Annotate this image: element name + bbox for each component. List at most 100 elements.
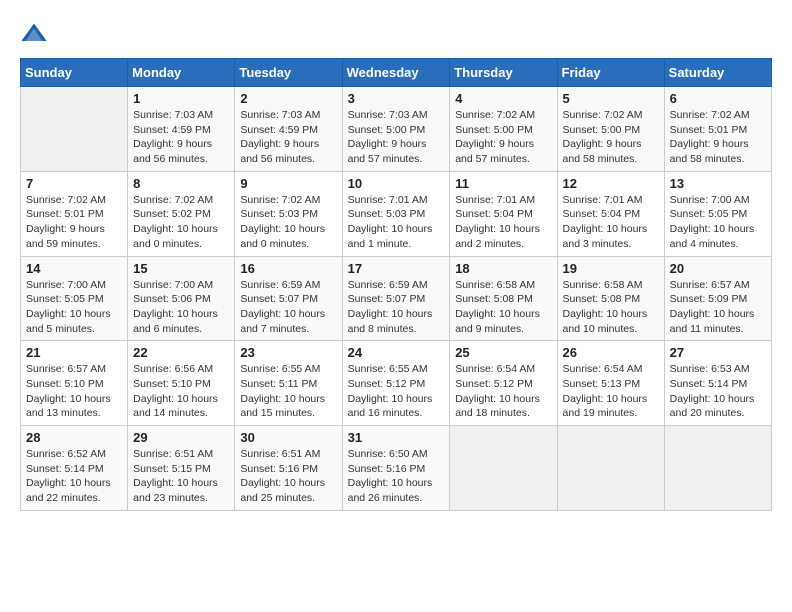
calendar-cell: 18 Sunrise: 6:58 AM Sunset: 5:08 PM Dayli… <box>450 256 557 341</box>
day-number: 24 <box>348 345 445 360</box>
week-row-2: 7Sunrise: 7:02 AM Sunset: 5:01 PM Daylig… <box>21 171 772 256</box>
calendar-cell: 4 Sunrise: 7:02 AM Sunset: 5:00 PM Daylig… <box>450 87 557 172</box>
calendar-cell: 8Sunrise: 7:02 AM Sunset: 5:02 PM Daylig… <box>128 171 235 256</box>
day-info: Sunrise: 7:00 AM Sunset: 5:05 PM Dayligh… <box>26 278 122 337</box>
day-number: 21 <box>26 345 122 360</box>
calendar-cell: 30 Sunrise: 6:51 AM Sunset: 5:16 PM Dayli… <box>235 426 342 511</box>
day-number: 18 <box>455 261 551 276</box>
day-info: Sunrise: 6:54 AM Sunset: 5:12 PM Dayligh… <box>455 362 551 421</box>
week-row-5: 28 Sunrise: 6:52 AM Sunset: 5:14 PM Dayli… <box>21 426 772 511</box>
calendar-cell: 2 Sunrise: 7:03 AM Sunset: 4:59 PM Daylig… <box>235 87 342 172</box>
day-number: 23 <box>240 345 336 360</box>
day-info: Sunrise: 6:50 AM Sunset: 5:16 PM Dayligh… <box>348 447 445 506</box>
calendar-cell: 13Sunrise: 7:00 AM Sunset: 5:05 PM Dayli… <box>664 171 771 256</box>
calendar-cell: 12 Sunrise: 7:01 AM Sunset: 5:04 PM Dayli… <box>557 171 664 256</box>
calendar-cell: 31 Sunrise: 6:50 AM Sunset: 5:16 PM Dayli… <box>342 426 450 511</box>
day-info: Sunrise: 7:02 AM Sunset: 5:00 PM Dayligh… <box>455 108 551 167</box>
day-number: 12 <box>563 176 659 191</box>
day-info: Sunrise: 6:59 AM Sunset: 5:07 PM Dayligh… <box>348 278 445 337</box>
column-header-tuesday: Tuesday <box>235 59 342 87</box>
day-number: 2 <box>240 91 336 106</box>
calendar-cell: 7Sunrise: 7:02 AM Sunset: 5:01 PM Daylig… <box>21 171 128 256</box>
logo-icon <box>20 20 48 48</box>
column-header-wednesday: Wednesday <box>342 59 450 87</box>
day-info: Sunrise: 6:54 AM Sunset: 5:13 PM Dayligh… <box>563 362 659 421</box>
calendar-cell: 19 Sunrise: 6:58 AM Sunset: 5:08 PM Dayli… <box>557 256 664 341</box>
calendar-cell: 24 Sunrise: 6:55 AM Sunset: 5:12 PM Dayli… <box>342 341 450 426</box>
day-info: Sunrise: 6:55 AM Sunset: 5:11 PM Dayligh… <box>240 362 336 421</box>
column-header-sunday: Sunday <box>21 59 128 87</box>
week-row-1: 1 Sunrise: 7:03 AM Sunset: 4:59 PM Daylig… <box>21 87 772 172</box>
column-header-monday: Monday <box>128 59 235 87</box>
day-info: Sunrise: 7:02 AM Sunset: 5:01 PM Dayligh… <box>670 108 766 167</box>
day-info: Sunrise: 7:02 AM Sunset: 5:03 PM Dayligh… <box>240 193 336 252</box>
day-info: Sunrise: 6:59 AM Sunset: 5:07 PM Dayligh… <box>240 278 336 337</box>
week-row-4: 21 Sunrise: 6:57 AM Sunset: 5:10 PM Dayli… <box>21 341 772 426</box>
calendar-cell <box>21 87 128 172</box>
calendar-cell: 20 Sunrise: 6:57 AM Sunset: 5:09 PM Dayli… <box>664 256 771 341</box>
calendar-cell <box>664 426 771 511</box>
calendar-cell: 25 Sunrise: 6:54 AM Sunset: 5:12 PM Dayli… <box>450 341 557 426</box>
day-info: Sunrise: 7:02 AM Sunset: 5:02 PM Dayligh… <box>133 193 229 252</box>
day-number: 30 <box>240 430 336 445</box>
calendar-cell: 14 Sunrise: 7:00 AM Sunset: 5:05 PM Dayli… <box>21 256 128 341</box>
calendar-cell: 23 Sunrise: 6:55 AM Sunset: 5:11 PM Dayli… <box>235 341 342 426</box>
day-number: 22 <box>133 345 229 360</box>
calendar-cell: 27Sunrise: 6:53 AM Sunset: 5:14 PM Dayli… <box>664 341 771 426</box>
day-number: 28 <box>26 430 122 445</box>
calendar-cell: 29Sunrise: 6:51 AM Sunset: 5:15 PM Dayli… <box>128 426 235 511</box>
day-info: Sunrise: 6:57 AM Sunset: 5:10 PM Dayligh… <box>26 362 122 421</box>
calendar-cell: 28 Sunrise: 6:52 AM Sunset: 5:14 PM Dayli… <box>21 426 128 511</box>
day-info: Sunrise: 6:51 AM Sunset: 5:15 PM Dayligh… <box>133 447 229 506</box>
calendar-cell: 17 Sunrise: 6:59 AM Sunset: 5:07 PM Dayli… <box>342 256 450 341</box>
calendar-cell: 3 Sunrise: 7:03 AM Sunset: 5:00 PM Daylig… <box>342 87 450 172</box>
day-number: 25 <box>455 345 551 360</box>
day-number: 15 <box>133 261 229 276</box>
day-number: 20 <box>670 261 766 276</box>
day-number: 19 <box>563 261 659 276</box>
day-number: 4 <box>455 91 551 106</box>
day-info: Sunrise: 6:52 AM Sunset: 5:14 PM Dayligh… <box>26 447 122 506</box>
day-number: 7 <box>26 176 122 191</box>
day-number: 1 <box>133 91 229 106</box>
day-info: Sunrise: 6:55 AM Sunset: 5:12 PM Dayligh… <box>348 362 445 421</box>
day-info: Sunrise: 7:01 AM Sunset: 5:04 PM Dayligh… <box>455 193 551 252</box>
calendar-cell: 5Sunrise: 7:02 AM Sunset: 5:00 PM Daylig… <box>557 87 664 172</box>
calendar-cell: 16 Sunrise: 6:59 AM Sunset: 5:07 PM Dayli… <box>235 256 342 341</box>
day-info: Sunrise: 7:00 AM Sunset: 5:05 PM Dayligh… <box>670 193 766 252</box>
day-info: Sunrise: 7:03 AM Sunset: 4:59 PM Dayligh… <box>240 108 336 167</box>
day-info: Sunrise: 6:56 AM Sunset: 5:10 PM Dayligh… <box>133 362 229 421</box>
day-info: Sunrise: 6:58 AM Sunset: 5:08 PM Dayligh… <box>455 278 551 337</box>
logo <box>20 20 52 48</box>
calendar-cell: 11 Sunrise: 7:01 AM Sunset: 5:04 PM Dayli… <box>450 171 557 256</box>
day-number: 17 <box>348 261 445 276</box>
day-number: 11 <box>455 176 551 191</box>
calendar-cell: 21 Sunrise: 6:57 AM Sunset: 5:10 PM Dayli… <box>21 341 128 426</box>
calendar-cell: 15 Sunrise: 7:00 AM Sunset: 5:06 PM Dayli… <box>128 256 235 341</box>
day-number: 9 <box>240 176 336 191</box>
day-number: 14 <box>26 261 122 276</box>
day-info: Sunrise: 7:01 AM Sunset: 5:04 PM Dayligh… <box>563 193 659 252</box>
day-number: 3 <box>348 91 445 106</box>
calendar: SundayMondayTuesdayWednesdayThursdayFrid… <box>20 58 772 511</box>
day-number: 16 <box>240 261 336 276</box>
day-info: Sunrise: 7:03 AM Sunset: 5:00 PM Dayligh… <box>348 108 445 167</box>
week-row-3: 14 Sunrise: 7:00 AM Sunset: 5:05 PM Dayli… <box>21 256 772 341</box>
calendar-cell: 10Sunrise: 7:01 AM Sunset: 5:03 PM Dayli… <box>342 171 450 256</box>
page-header <box>20 20 772 48</box>
day-info: Sunrise: 6:51 AM Sunset: 5:16 PM Dayligh… <box>240 447 336 506</box>
calendar-cell: 9 Sunrise: 7:02 AM Sunset: 5:03 PM Daylig… <box>235 171 342 256</box>
day-info: Sunrise: 6:58 AM Sunset: 5:08 PM Dayligh… <box>563 278 659 337</box>
calendar-header: SundayMondayTuesdayWednesdayThursdayFrid… <box>21 59 772 87</box>
calendar-cell: 6Sunrise: 7:02 AM Sunset: 5:01 PM Daylig… <box>664 87 771 172</box>
calendar-cell <box>557 426 664 511</box>
column-header-saturday: Saturday <box>664 59 771 87</box>
column-header-friday: Friday <box>557 59 664 87</box>
day-info: Sunrise: 7:00 AM Sunset: 5:06 PM Dayligh… <box>133 278 229 337</box>
day-number: 10 <box>348 176 445 191</box>
column-header-thursday: Thursday <box>450 59 557 87</box>
day-info: Sunrise: 7:03 AM Sunset: 4:59 PM Dayligh… <box>133 108 229 167</box>
calendar-cell: 1 Sunrise: 7:03 AM Sunset: 4:59 PM Daylig… <box>128 87 235 172</box>
day-number: 31 <box>348 430 445 445</box>
day-info: Sunrise: 6:57 AM Sunset: 5:09 PM Dayligh… <box>670 278 766 337</box>
